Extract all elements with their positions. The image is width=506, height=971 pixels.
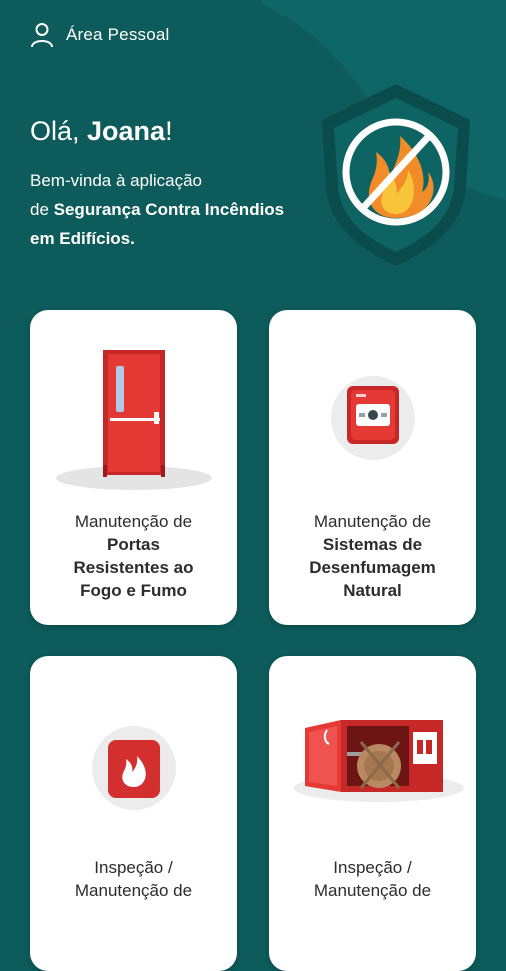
card-title-line: Desenfumagem (309, 558, 436, 577)
card-caption: Inspeção / Manutenção de (30, 856, 237, 902)
card-title-line: Resistentes ao (73, 558, 194, 577)
fire-hose-cabinet-icon (294, 720, 464, 802)
welcome-prefix: de (30, 200, 54, 219)
greeting-suffix: ! (165, 116, 173, 146)
card-line: Manutenção de (313, 881, 432, 900)
card-title-line: Sistemas de (322, 535, 423, 554)
card-title-line: Natural (343, 581, 402, 600)
card-line: Manutenção de (74, 881, 193, 900)
no-fire-shield-icon (316, 80, 476, 275)
card-caption: Manutenção de Sistemas de Desenfumagem N… (269, 510, 476, 602)
card-line: Manutenção de (74, 512, 193, 531)
card-title-line: Fogo e Fumo (80, 581, 187, 600)
card-line: Inspeção / (94, 858, 173, 877)
greeting: Olá, Joana! (30, 116, 173, 147)
card-caption: Inspeção / Manutenção de (269, 856, 476, 902)
personal-area-label: Área Pessoal (66, 25, 170, 44)
fire-door-icon (56, 350, 212, 490)
smoke-control-button-icon (331, 376, 415, 460)
card-line: Inspeção / (333, 858, 412, 877)
welcome-text: Bem-vinda à aplicação de Segurança Contr… (30, 166, 290, 253)
fire-extinguisher-sign-icon (92, 726, 176, 810)
greeting-prefix: Olá, (30, 116, 88, 146)
card-title-line: Portas (107, 535, 160, 554)
personal-area-link[interactable]: Área Pessoal (30, 20, 170, 50)
card-fire-hose-cabinets[interactable]: Inspeção / Manutenção de (269, 656, 476, 971)
card-fire-extinguishers[interactable]: Inspeção / Manutenção de (30, 656, 237, 971)
card-fire-doors[interactable]: Manutenção de Portas Resistentes ao Fogo… (30, 310, 237, 625)
welcome-line: Bem-vinda à aplicação (30, 171, 202, 190)
app-name: Segurança Contra Incêndios em Edifícios. (30, 200, 285, 248)
card-smoke-control[interactable]: Manutenção de Sistemas de Desenfumagem N… (269, 310, 476, 625)
card-line: Manutenção de (313, 512, 432, 531)
card-caption: Manutenção de Portas Resistentes ao Fogo… (30, 510, 237, 602)
user-name: Joana (87, 116, 166, 146)
user-icon (30, 22, 54, 48)
